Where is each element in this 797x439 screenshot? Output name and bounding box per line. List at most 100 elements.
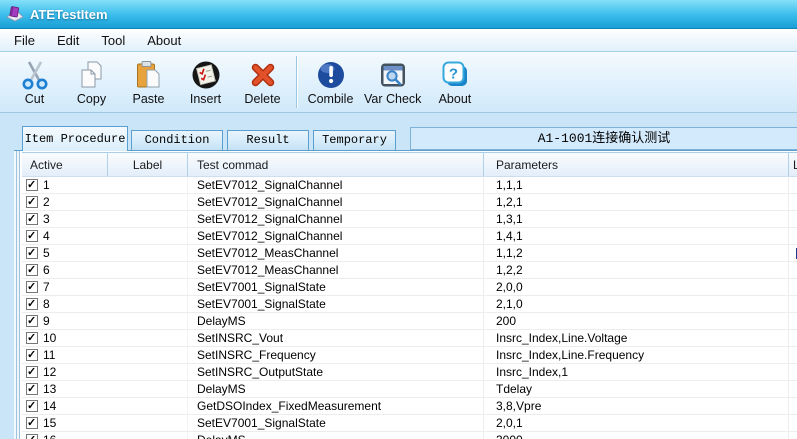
column-header-partial[interactable]: L bbox=[788, 153, 797, 176]
row-checkbox[interactable] bbox=[26, 264, 38, 276]
menu-file[interactable]: File bbox=[3, 31, 46, 50]
row-params: 2,1,0 bbox=[483, 296, 788, 312]
delete-button[interactable]: Delete bbox=[234, 55, 291, 109]
row-last-cell bbox=[788, 313, 797, 329]
row-number: 14 bbox=[43, 399, 56, 413]
table-row[interactable]: 14 GetDSOIndex_FixedMeasurement 3,8,Vpre bbox=[22, 398, 797, 415]
copy-pages-icon bbox=[76, 59, 108, 91]
row-number: 16 bbox=[43, 433, 56, 439]
row-checkbox[interactable] bbox=[26, 332, 38, 344]
insert-button[interactable]: Insert bbox=[177, 55, 234, 109]
row-number: 9 bbox=[43, 314, 50, 328]
row-params: 2,0,1 bbox=[483, 415, 788, 431]
row-last-cell bbox=[788, 279, 797, 295]
row-last-cell bbox=[788, 262, 797, 278]
row-command: SetEV7001_SignalState bbox=[187, 296, 483, 312]
row-params: 200 bbox=[483, 313, 788, 329]
table-row[interactable]: 16 DelayMS 3000 bbox=[22, 432, 797, 439]
row-label bbox=[107, 398, 187, 414]
row-checkbox[interactable] bbox=[26, 383, 38, 395]
paste-button[interactable]: Paste bbox=[120, 55, 177, 109]
row-params: Insrc_Index,Line.Frequency bbox=[483, 347, 788, 363]
table-row[interactable]: 8 SetEV7001_SignalState 2,1,0 bbox=[22, 296, 797, 313]
table-body: 1 SetEV7012_SignalChannel 1,1,1 2 SetEV7… bbox=[22, 177, 797, 439]
row-command: DelayMS bbox=[187, 313, 483, 329]
row-checkbox[interactable] bbox=[26, 434, 38, 439]
row-params: Insrc_Index,Line.Voltage bbox=[483, 330, 788, 346]
row-last-cell bbox=[788, 177, 797, 193]
row-params: Tdelay bbox=[483, 381, 788, 397]
table-row[interactable]: 5 SetEV7012_MeasChannel 1,1,2 bbox=[22, 245, 797, 262]
column-header-parameters[interactable]: Parameters bbox=[483, 153, 788, 176]
table-row[interactable]: 6 SetEV7012_MeasChannel 1,2,2 bbox=[22, 262, 797, 279]
row-checkbox[interactable] bbox=[26, 417, 38, 429]
column-header-test-command[interactable]: Test commad bbox=[187, 153, 483, 176]
row-number: 1 bbox=[43, 178, 50, 192]
row-checkbox[interactable] bbox=[26, 230, 38, 242]
row-checkbox[interactable] bbox=[26, 400, 38, 412]
row-last-cell bbox=[788, 364, 797, 380]
row-checkbox[interactable] bbox=[26, 179, 38, 191]
row-checkbox[interactable] bbox=[26, 366, 38, 378]
row-checkbox[interactable] bbox=[26, 281, 38, 293]
combile-button[interactable]: Combile bbox=[302, 55, 359, 109]
toolbar: Cut Copy Paste bbox=[0, 52, 797, 113]
cut-button[interactable]: Cut bbox=[6, 55, 63, 109]
table-row[interactable]: 3 SetEV7012_SignalChannel 1,3,1 bbox=[22, 211, 797, 228]
row-label bbox=[107, 296, 187, 312]
table-row[interactable]: 11 SetINSRC_Frequency Insrc_Index,Line.F… bbox=[22, 347, 797, 364]
row-command: SetEV7012_MeasChannel bbox=[187, 262, 483, 278]
table-row[interactable]: 12 SetINSRC_OutputState Insrc_Index,1 bbox=[22, 364, 797, 381]
table-row[interactable]: 1 SetEV7012_SignalChannel 1,1,1 bbox=[22, 177, 797, 194]
row-params: 1,3,1 bbox=[483, 211, 788, 227]
table-row[interactable]: 9 DelayMS 200 bbox=[22, 313, 797, 330]
table-row[interactable]: 7 SetEV7001_SignalState 2,0,0 bbox=[22, 279, 797, 296]
menu-tool[interactable]: Tool bbox=[90, 31, 136, 50]
menu-about[interactable]: About bbox=[136, 31, 192, 50]
row-number: 2 bbox=[43, 195, 50, 209]
app-notebook-icon bbox=[6, 6, 24, 22]
row-params: 3,8,Vpre bbox=[483, 398, 788, 414]
row-checkbox[interactable] bbox=[26, 196, 38, 208]
about-button[interactable]: ? About bbox=[426, 55, 483, 109]
row-label bbox=[107, 262, 187, 278]
row-number: 13 bbox=[43, 382, 56, 396]
row-last-cell bbox=[788, 330, 797, 346]
table-row[interactable]: 13 DelayMS Tdelay bbox=[22, 381, 797, 398]
row-checkbox[interactable] bbox=[26, 349, 38, 361]
blue-exclamation-icon bbox=[315, 59, 347, 91]
table-row[interactable]: 2 SetEV7012_SignalChannel 1,2,1 bbox=[22, 194, 797, 211]
row-label bbox=[107, 330, 187, 346]
test-steps-table: Active Label Test commad Parameters L 1 … bbox=[22, 153, 797, 439]
row-checkbox[interactable] bbox=[26, 247, 38, 259]
row-checkbox[interactable] bbox=[26, 298, 38, 310]
row-command: SetEV7012_SignalChannel bbox=[187, 228, 483, 244]
tab-condition[interactable]: Condition bbox=[131, 130, 223, 151]
row-command: SetINSRC_OutputState bbox=[187, 364, 483, 380]
row-checkbox[interactable] bbox=[26, 315, 38, 327]
copy-button[interactable]: Copy bbox=[63, 55, 120, 109]
column-header-label[interactable]: Label bbox=[107, 153, 187, 176]
row-label bbox=[107, 177, 187, 193]
table-row[interactable]: 10 SetINSRC_Vout Insrc_Index,Line.Voltag… bbox=[22, 330, 797, 347]
row-last-cell bbox=[788, 211, 797, 227]
table-row[interactable]: 15 SetEV7001_SignalState 2,0,1 bbox=[22, 415, 797, 432]
row-number: 15 bbox=[43, 416, 56, 430]
row-params: 3000 bbox=[483, 432, 788, 439]
row-number: 8 bbox=[43, 297, 50, 311]
column-header-active[interactable]: Active bbox=[22, 153, 107, 176]
row-checkbox[interactable] bbox=[26, 213, 38, 225]
row-label bbox=[107, 432, 187, 439]
tab-temporary[interactable]: Temporary bbox=[313, 130, 396, 151]
menu-edit[interactable]: Edit bbox=[46, 31, 90, 50]
row-number: 11 bbox=[43, 348, 55, 362]
row-label bbox=[107, 245, 187, 261]
question-mark-icon: ? bbox=[439, 59, 471, 91]
table-row[interactable]: 4 SetEV7012_SignalChannel 1,4,1 bbox=[22, 228, 797, 245]
row-command: DelayMS bbox=[187, 381, 483, 397]
tab-result[interactable]: Result bbox=[227, 130, 309, 151]
var-check-button[interactable]: Var Check bbox=[359, 55, 426, 109]
row-command: GetDSOIndex_FixedMeasurement bbox=[187, 398, 483, 414]
tab-item-procedure[interactable]: Item Procedure bbox=[22, 126, 128, 151]
page-left-border bbox=[14, 151, 22, 439]
